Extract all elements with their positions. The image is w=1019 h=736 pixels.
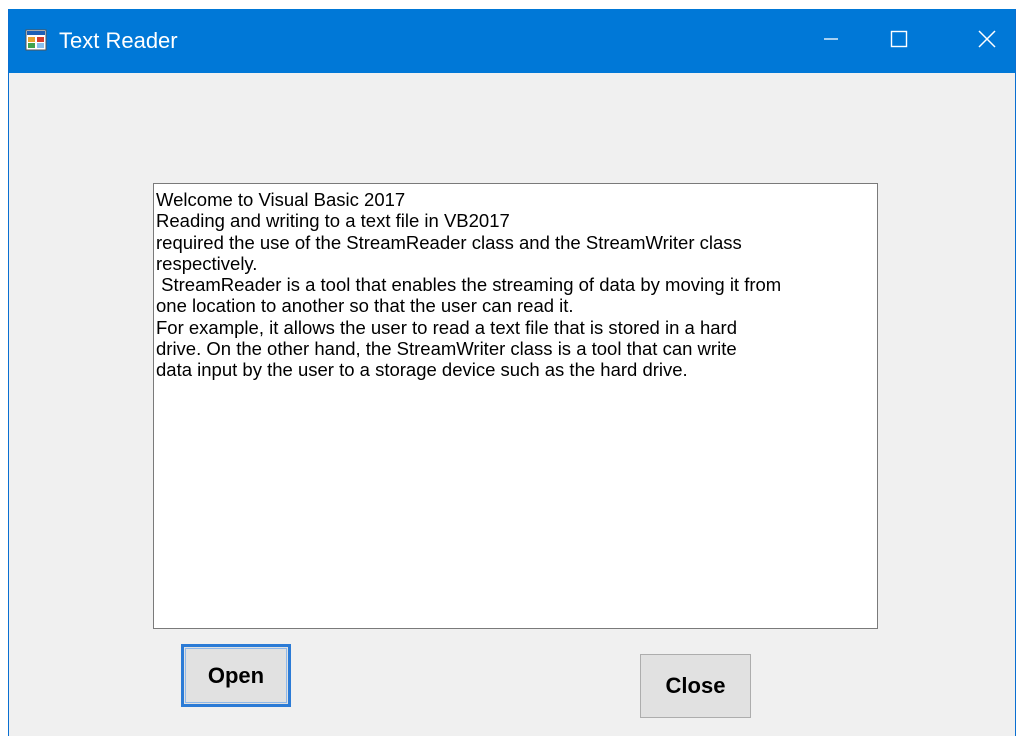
text-line: Welcome to Visual Basic 2017 <box>156 189 406 210</box>
text-line: respectively. <box>156 252 258 274</box>
text-line: data input by the user to a storage devi… <box>156 359 688 381</box>
close-button[interactable]: Close <box>640 654 751 718</box>
text-line: StreamReader is a tool that enables the … <box>156 274 782 296</box>
text-line: drive. On the other hand, the StreamWrit… <box>156 338 737 360</box>
text-content-box[interactable]: Welcome to Visual Basic 2017 Reading and … <box>153 183 878 629</box>
window-title: Text Reader <box>59 28 178 53</box>
open-button-focus-ring <box>185 648 287 703</box>
close-icon <box>977 29 997 54</box>
text-line: Reading and writing to a text file in VB… <box>156 210 510 232</box>
maximize-button[interactable] <box>867 9 931 73</box>
maximize-icon <box>890 30 908 53</box>
open-button[interactable]: Open <box>181 644 291 707</box>
minimize-button[interactable] <box>799 9 863 73</box>
app-window: Text Reader Welcome to Visual Basic 2017… <box>8 9 1016 736</box>
text-line: For example, it allows the user to read … <box>156 316 737 338</box>
minimize-icon <box>823 31 839 52</box>
app-icon <box>25 29 47 51</box>
close-button-label: Close <box>665 673 726 698</box>
title-bar[interactable]: Text Reader <box>9 9 1015 73</box>
text-line: one location to another so that the user… <box>156 295 574 317</box>
window-close-button[interactable] <box>955 9 1019 73</box>
text-line: required the use of the StreamReader cla… <box>156 231 742 253</box>
